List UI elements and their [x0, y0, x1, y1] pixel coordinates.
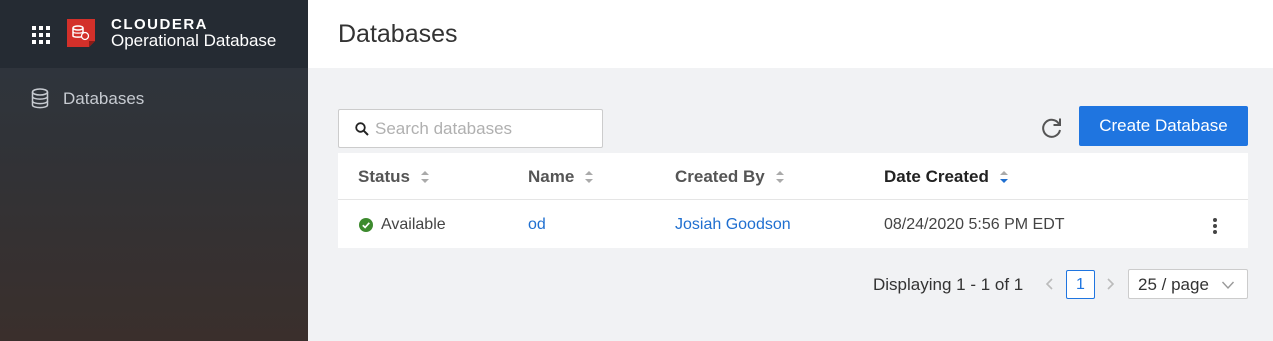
sidebar-item-label: Databases — [63, 89, 145, 108]
column-header-created-by[interactable]: Created By — [675, 167, 785, 187]
databases-table: Status Name Created By Date Created Avai… — [338, 153, 1248, 248]
product-name: Operational Database — [111, 31, 277, 50]
chevron-left-icon[interactable] — [1043, 276, 1057, 292]
column-header-label: Date Created — [884, 167, 989, 186]
page-size-select[interactable]: 25 / page — [1128, 269, 1248, 299]
sort-icon — [420, 169, 430, 185]
search-icon — [355, 122, 369, 136]
sort-icon — [775, 169, 785, 185]
status-text: Available — [381, 216, 446, 233]
table-row: Available od Josiah Goodson 08/24/2020 5… — [338, 201, 1248, 248]
created-by-link[interactable]: Josiah Goodson — [675, 216, 791, 234]
column-header-label: Created By — [675, 167, 765, 186]
search-input[interactable] — [375, 118, 595, 140]
database-icon — [31, 88, 49, 109]
brand-bar: CLOUDERA Operational Database — [0, 0, 308, 68]
column-header-label: Name — [528, 167, 575, 186]
page-title: Databases — [338, 20, 458, 48]
more-actions-icon[interactable] — [1207, 217, 1223, 235]
create-database-button[interactable]: Create Database — [1079, 106, 1248, 146]
cloudera-logo-icon — [67, 19, 95, 47]
page-size-value: 25 / page — [1138, 275, 1209, 294]
database-name-link[interactable]: od — [528, 216, 546, 234]
date-created: 08/24/2020 5:56 PM EDT — [884, 216, 1065, 233]
page-header: Databases — [308, 0, 1273, 68]
sidebar-item-databases[interactable]: Databases — [0, 80, 308, 116]
search-box — [338, 109, 603, 148]
app-switcher-icon[interactable] — [32, 26, 50, 44]
sidebar: CLOUDERA Operational Database Databases — [0, 0, 308, 341]
column-header-status[interactable]: Status — [358, 167, 430, 187]
sort-descending-icon — [999, 169, 1009, 185]
table-header: Status Name Created By Date Created — [338, 153, 1248, 200]
pagination-summary: Displaying 1 - 1 of 1 — [873, 275, 1024, 294]
pagination-page-1[interactable]: 1 — [1066, 270, 1095, 299]
column-header-label: Status — [358, 167, 410, 186]
refresh-icon[interactable] — [1040, 116, 1063, 140]
column-header-name[interactable]: Name — [528, 167, 594, 187]
column-header-date-created[interactable]: Date Created — [884, 167, 1009, 187]
sort-icon — [584, 169, 594, 185]
chevron-down-icon — [1221, 281, 1235, 290]
check-circle-icon — [359, 218, 373, 232]
chevron-right-icon[interactable] — [1103, 276, 1117, 292]
